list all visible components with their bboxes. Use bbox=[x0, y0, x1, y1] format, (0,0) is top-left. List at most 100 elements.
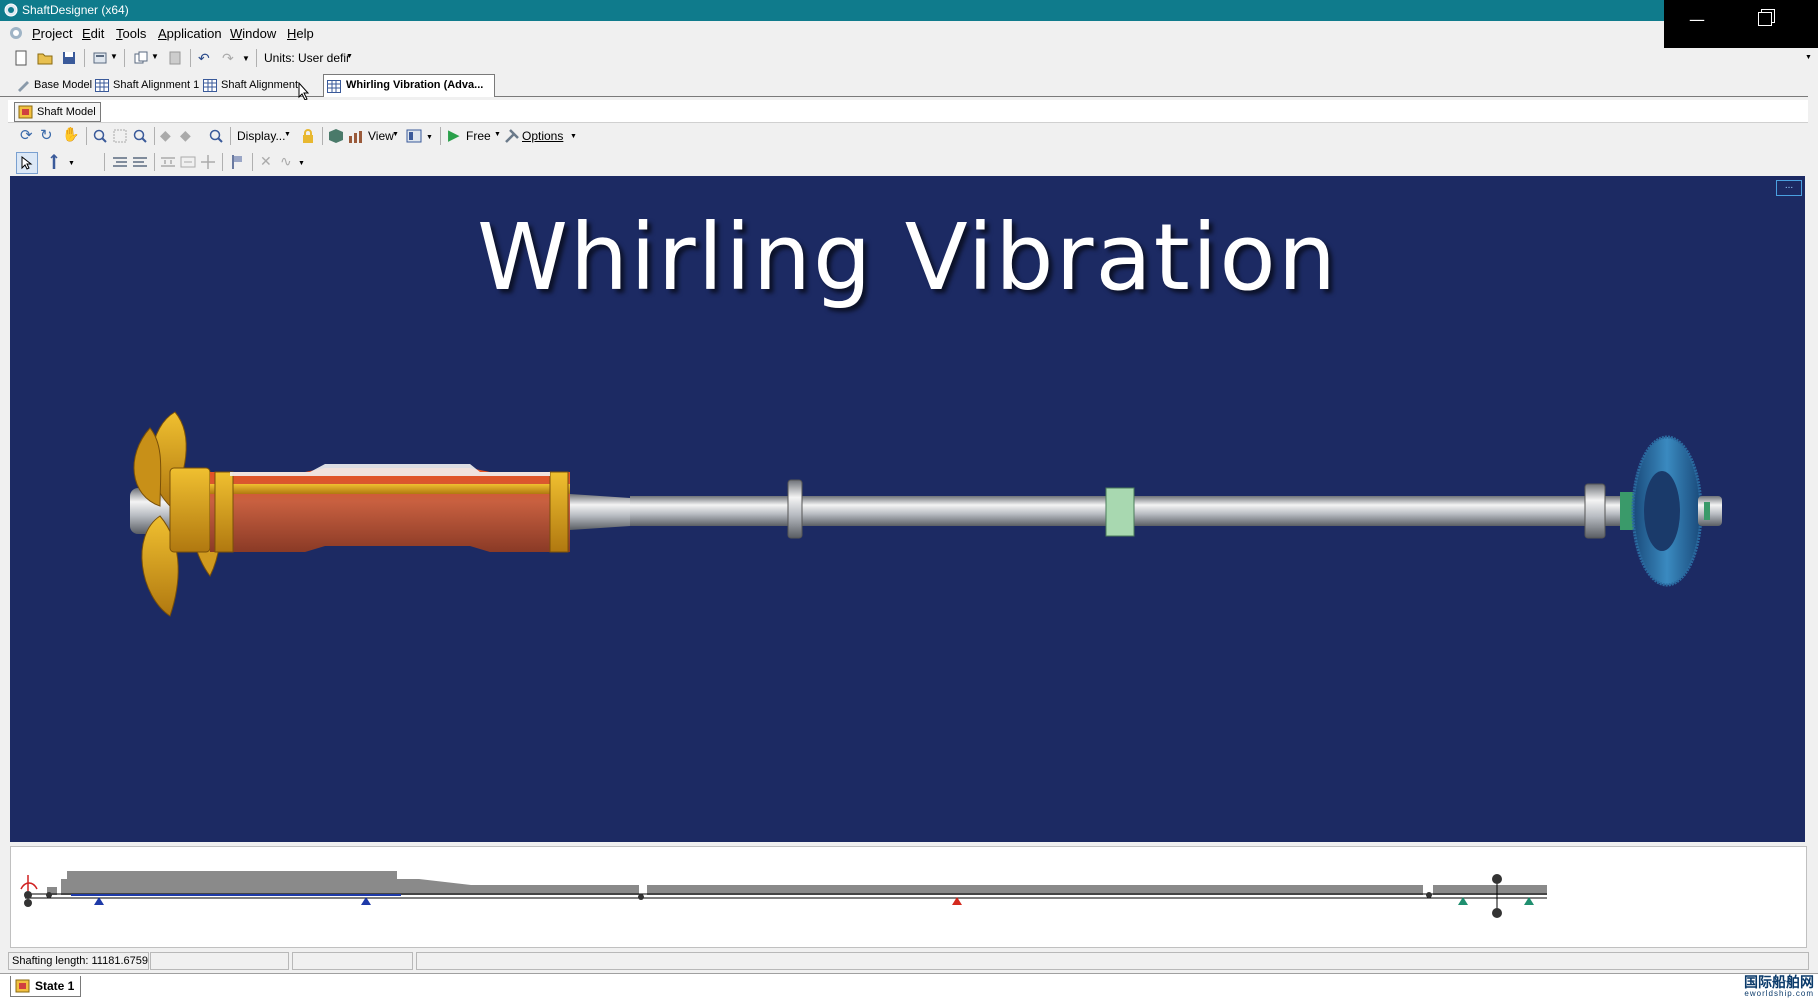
tab-shaft-alignment[interactable]: Shaft Alignment bbox=[201, 76, 298, 95]
chevron-down-icon[interactable]: ▼ bbox=[494, 131, 501, 138]
tab-label: Shaft Alignment 1 bbox=[113, 79, 200, 91]
undo-icon[interactable]: ↶ bbox=[198, 50, 210, 67]
pointer-icon bbox=[21, 156, 33, 170]
properties-icon[interactable] bbox=[92, 50, 108, 66]
chevron-down-icon[interactable]: ▼ bbox=[346, 53, 353, 60]
grid-icon bbox=[327, 80, 341, 93]
chevron-down-icon[interactable]: ▼ bbox=[426, 134, 433, 141]
chevron-down-icon[interactable]: ▼ bbox=[298, 160, 305, 167]
minimize-button[interactable]: — bbox=[1689, 10, 1705, 29]
wave-icon[interactable]: ∿ bbox=[280, 153, 292, 170]
toolbar-overflow-icon[interactable]: ▼ bbox=[1805, 54, 1812, 61]
restore-button[interactable] bbox=[1758, 12, 1772, 26]
redo-icon[interactable]: ↷ bbox=[222, 50, 234, 67]
chevron-down-icon[interactable]: ▼ bbox=[242, 54, 250, 63]
app-menu-icon[interactable] bbox=[9, 26, 23, 40]
shaft-model-icon bbox=[18, 105, 33, 119]
state-label: State 1 bbox=[35, 979, 75, 993]
wrench-icon bbox=[18, 81, 29, 92]
new-file-icon[interactable] bbox=[13, 50, 29, 66]
chevron-down-icon[interactable]: ▼ bbox=[570, 133, 577, 140]
zoom-fit-icon[interactable] bbox=[132, 128, 148, 144]
view-dropdown[interactable]: View bbox=[368, 129, 394, 143]
distribute-icon[interactable] bbox=[160, 154, 176, 170]
chevron-down-icon[interactable]: ▼ bbox=[392, 131, 399, 138]
chevron-down-icon[interactable]: ▼ bbox=[284, 131, 291, 138]
menu-bar: Project Edit Tools Application Window He… bbox=[0, 21, 1664, 45]
display-dropdown[interactable]: Display... bbox=[237, 129, 285, 143]
chart-icon[interactable] bbox=[348, 128, 364, 144]
rotate-icon[interactable]: ⟳ bbox=[20, 126, 33, 144]
menu-edit[interactable]: Edit bbox=[82, 26, 104, 41]
tab-state-1[interactable]: State 1 bbox=[10, 976, 82, 997]
select-tool-button[interactable] bbox=[16, 152, 38, 174]
zoom-window-icon[interactable] bbox=[112, 128, 128, 144]
state-icon bbox=[15, 979, 30, 993]
app-icon bbox=[4, 3, 18, 17]
lock-icon[interactable] bbox=[300, 128, 316, 144]
flag-icon[interactable] bbox=[230, 154, 246, 170]
status-panel-2 bbox=[150, 952, 289, 970]
vertical-measure-icon[interactable] bbox=[46, 154, 62, 170]
tab-shaft-model[interactable]: Shaft Model bbox=[14, 102, 101, 122]
tab-whirling-vibration[interactable]: Whirling Vibration (Adva... bbox=[323, 74, 495, 97]
open-folder-icon[interactable] bbox=[37, 50, 53, 66]
space-icon[interactable] bbox=[180, 154, 196, 170]
back-icon[interactable]: ◆ bbox=[160, 127, 171, 144]
menu-tools[interactable]: Tools bbox=[116, 26, 146, 41]
window-title: ShaftDesigner (x64) bbox=[22, 3, 129, 17]
tools-icon[interactable] bbox=[504, 128, 520, 144]
zoom-icon[interactable] bbox=[92, 128, 108, 144]
pan-hand-icon[interactable]: ✋ bbox=[62, 126, 79, 143]
align-right-icon[interactable] bbox=[132, 154, 148, 170]
title-bar: ShaftDesigner (x64) bbox=[0, 0, 1818, 21]
chevron-down-icon[interactable]: ▼ bbox=[68, 160, 75, 167]
menu-project[interactable]: Project bbox=[32, 26, 72, 41]
state-bar: State 1 bbox=[0, 973, 1818, 1001]
view-toolbar: ⟳ ↻ ✋ ◆ ◆ Display... ▼ View ▼ ▼ ▶ Free ▼… bbox=[8, 124, 1808, 148]
watermark: 国际船舶网 eworldship.com bbox=[1722, 975, 1814, 998]
zoom-reset-icon[interactable] bbox=[208, 128, 224, 144]
tab-label: Shaft Alignment bbox=[221, 79, 299, 91]
tab-label: Shaft Model bbox=[37, 106, 96, 118]
grid-icon bbox=[95, 79, 109, 92]
paste-icon[interactable] bbox=[167, 50, 183, 66]
save-icon[interactable] bbox=[61, 50, 77, 66]
forward-icon[interactable]: ◆ bbox=[180, 127, 191, 144]
window-controls: — bbox=[1664, 0, 1818, 48]
play-icon[interactable]: ▶ bbox=[448, 126, 460, 144]
free-dropdown[interactable]: Free bbox=[466, 129, 491, 143]
chevron-down-icon[interactable]: ▼ bbox=[151, 52, 159, 61]
gearwheel bbox=[1631, 435, 1703, 587]
edit-toolbar: ▼ ✕ ∿ ▼ bbox=[8, 150, 1808, 174]
options-dropdown[interactable]: Options bbox=[522, 129, 563, 143]
layout-icon[interactable] bbox=[406, 128, 422, 144]
status-panel-4 bbox=[416, 952, 1809, 970]
copy-icon[interactable] bbox=[133, 50, 149, 66]
main-toolbar: ▼ ▼ ↶ ↷ ▼ Units: User defir ▼ ▼ bbox=[0, 46, 1818, 70]
menu-help[interactable]: Help bbox=[287, 26, 314, 41]
stern-tube bbox=[210, 464, 570, 553]
tab-base-model[interactable]: Base Model bbox=[14, 76, 92, 95]
menu-window[interactable]: Window bbox=[230, 26, 276, 41]
intermediate-bearing bbox=[1105, 487, 1135, 537]
grid-align-icon[interactable] bbox=[200, 154, 216, 170]
delete-icon[interactable]: ✕ bbox=[260, 153, 272, 170]
status-panel-3 bbox=[292, 952, 413, 970]
orbit-icon[interactable]: ↻ bbox=[40, 126, 53, 144]
watermark-line-1: 国际船舶网 bbox=[1744, 974, 1814, 990]
cube-icon[interactable] bbox=[328, 128, 344, 144]
align-left-icon[interactable] bbox=[112, 154, 128, 170]
shaft-3d-viewport[interactable]: Whirling Vibration ... bbox=[10, 176, 1805, 842]
tab-shaft-alignment-1[interactable]: Shaft Alignment 1 bbox=[93, 76, 199, 95]
rotation-direction-icon bbox=[20, 882, 38, 890]
coupling-flange bbox=[787, 479, 803, 539]
watermark-line-2: eworldship.com bbox=[1744, 989, 1814, 998]
status-bar: Shafting length: 11181.6759 mm bbox=[8, 952, 1809, 970]
units-dropdown[interactable]: Units: User defir bbox=[264, 51, 350, 65]
grid-icon bbox=[203, 79, 217, 92]
shaft-schematic-2d[interactable] bbox=[10, 846, 1807, 948]
menu-application[interactable]: Application bbox=[158, 26, 222, 41]
gear-coupling-flange bbox=[1584, 483, 1606, 539]
chevron-down-icon[interactable]: ▼ bbox=[110, 52, 118, 61]
